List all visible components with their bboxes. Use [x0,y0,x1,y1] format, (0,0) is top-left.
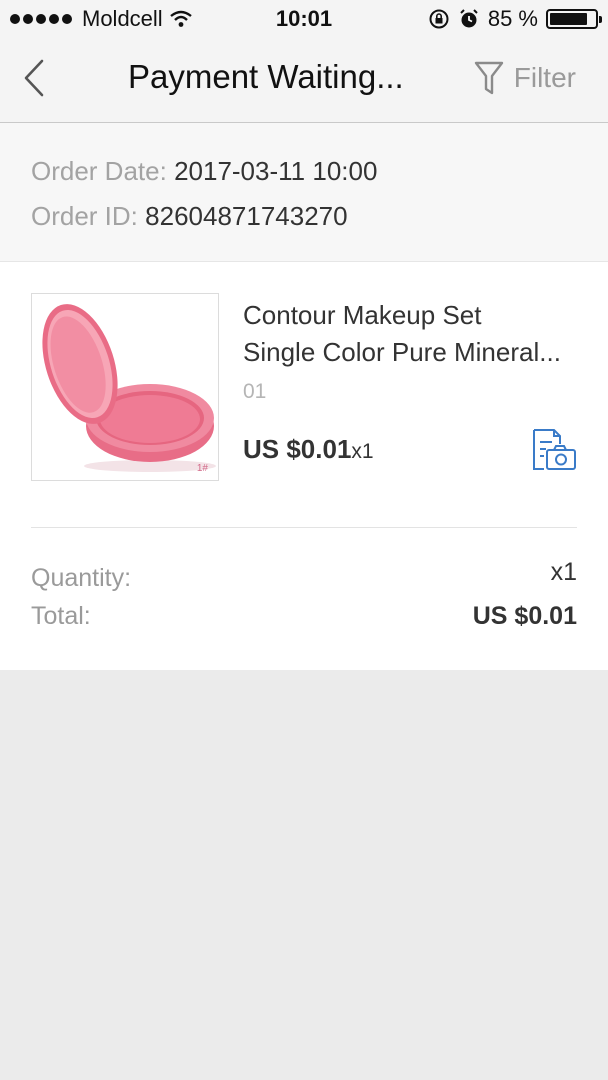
snapshot-button[interactable] [530,428,578,472]
order-date-label: Order Date: [31,156,167,186]
product-quantity: x1 [351,440,374,463]
orientation-lock-icon [429,9,449,29]
status-right-group: 85 % [428,6,602,32]
order-id-value: 82604871743270 [145,201,348,231]
order-product-card[interactable]: 1# Contour Makeup Set Single Color Pure … [0,262,608,670]
product-title-line-2: Single Color Pure Mineral... [243,337,561,367]
order-snapshot-camera-icon [533,429,576,470]
product-thumbnail[interactable]: 1# [31,293,219,481]
product-title-line-1: Contour Makeup Set [243,300,482,330]
order-info-section: Order Date: 2017-03-11 10:00 Order ID: 8… [0,123,608,262]
page-title: Payment Waiting... [128,58,404,95]
battery-percent: 85 % [487,6,538,31]
product-price: US $0.01 [243,434,352,464]
product-price-row: US $0.01x1 [243,434,374,465]
navigation-bar: Payment Waiting... Filter [0,40,608,123]
back-button[interactable] [22,56,62,100]
quantity-value: x1 [550,558,577,586]
total-value: US $0.01 [472,602,577,630]
filter-button[interactable]: Filter [474,60,576,96]
chevron-left-icon [24,59,44,97]
quantity-label: Quantity: [31,564,132,592]
filter-funnel-icon [474,61,503,95]
battery-icon [546,9,602,29]
status-bar: Moldcell 10:01 85 % [0,0,608,40]
card-divider [31,527,577,528]
total-label: Total: [31,602,91,630]
order-date-row: Order Date: 2017-03-11 10:00 [31,156,377,187]
filter-label: Filter [513,62,576,93]
order-date-value: 2017-03-11 10:00 [174,156,378,186]
order-id-label: Order ID: [31,201,138,231]
alarm-icon [460,9,478,28]
blush-compact-image [42,304,216,472]
product-title[interactable]: Contour Makeup Set Single Color Pure Min… [243,297,588,371]
order-id-row: Order ID: 82604871743270 [31,201,348,232]
product-sku: 01 [243,380,267,403]
image-variant-tag: 1# [196,463,208,474]
